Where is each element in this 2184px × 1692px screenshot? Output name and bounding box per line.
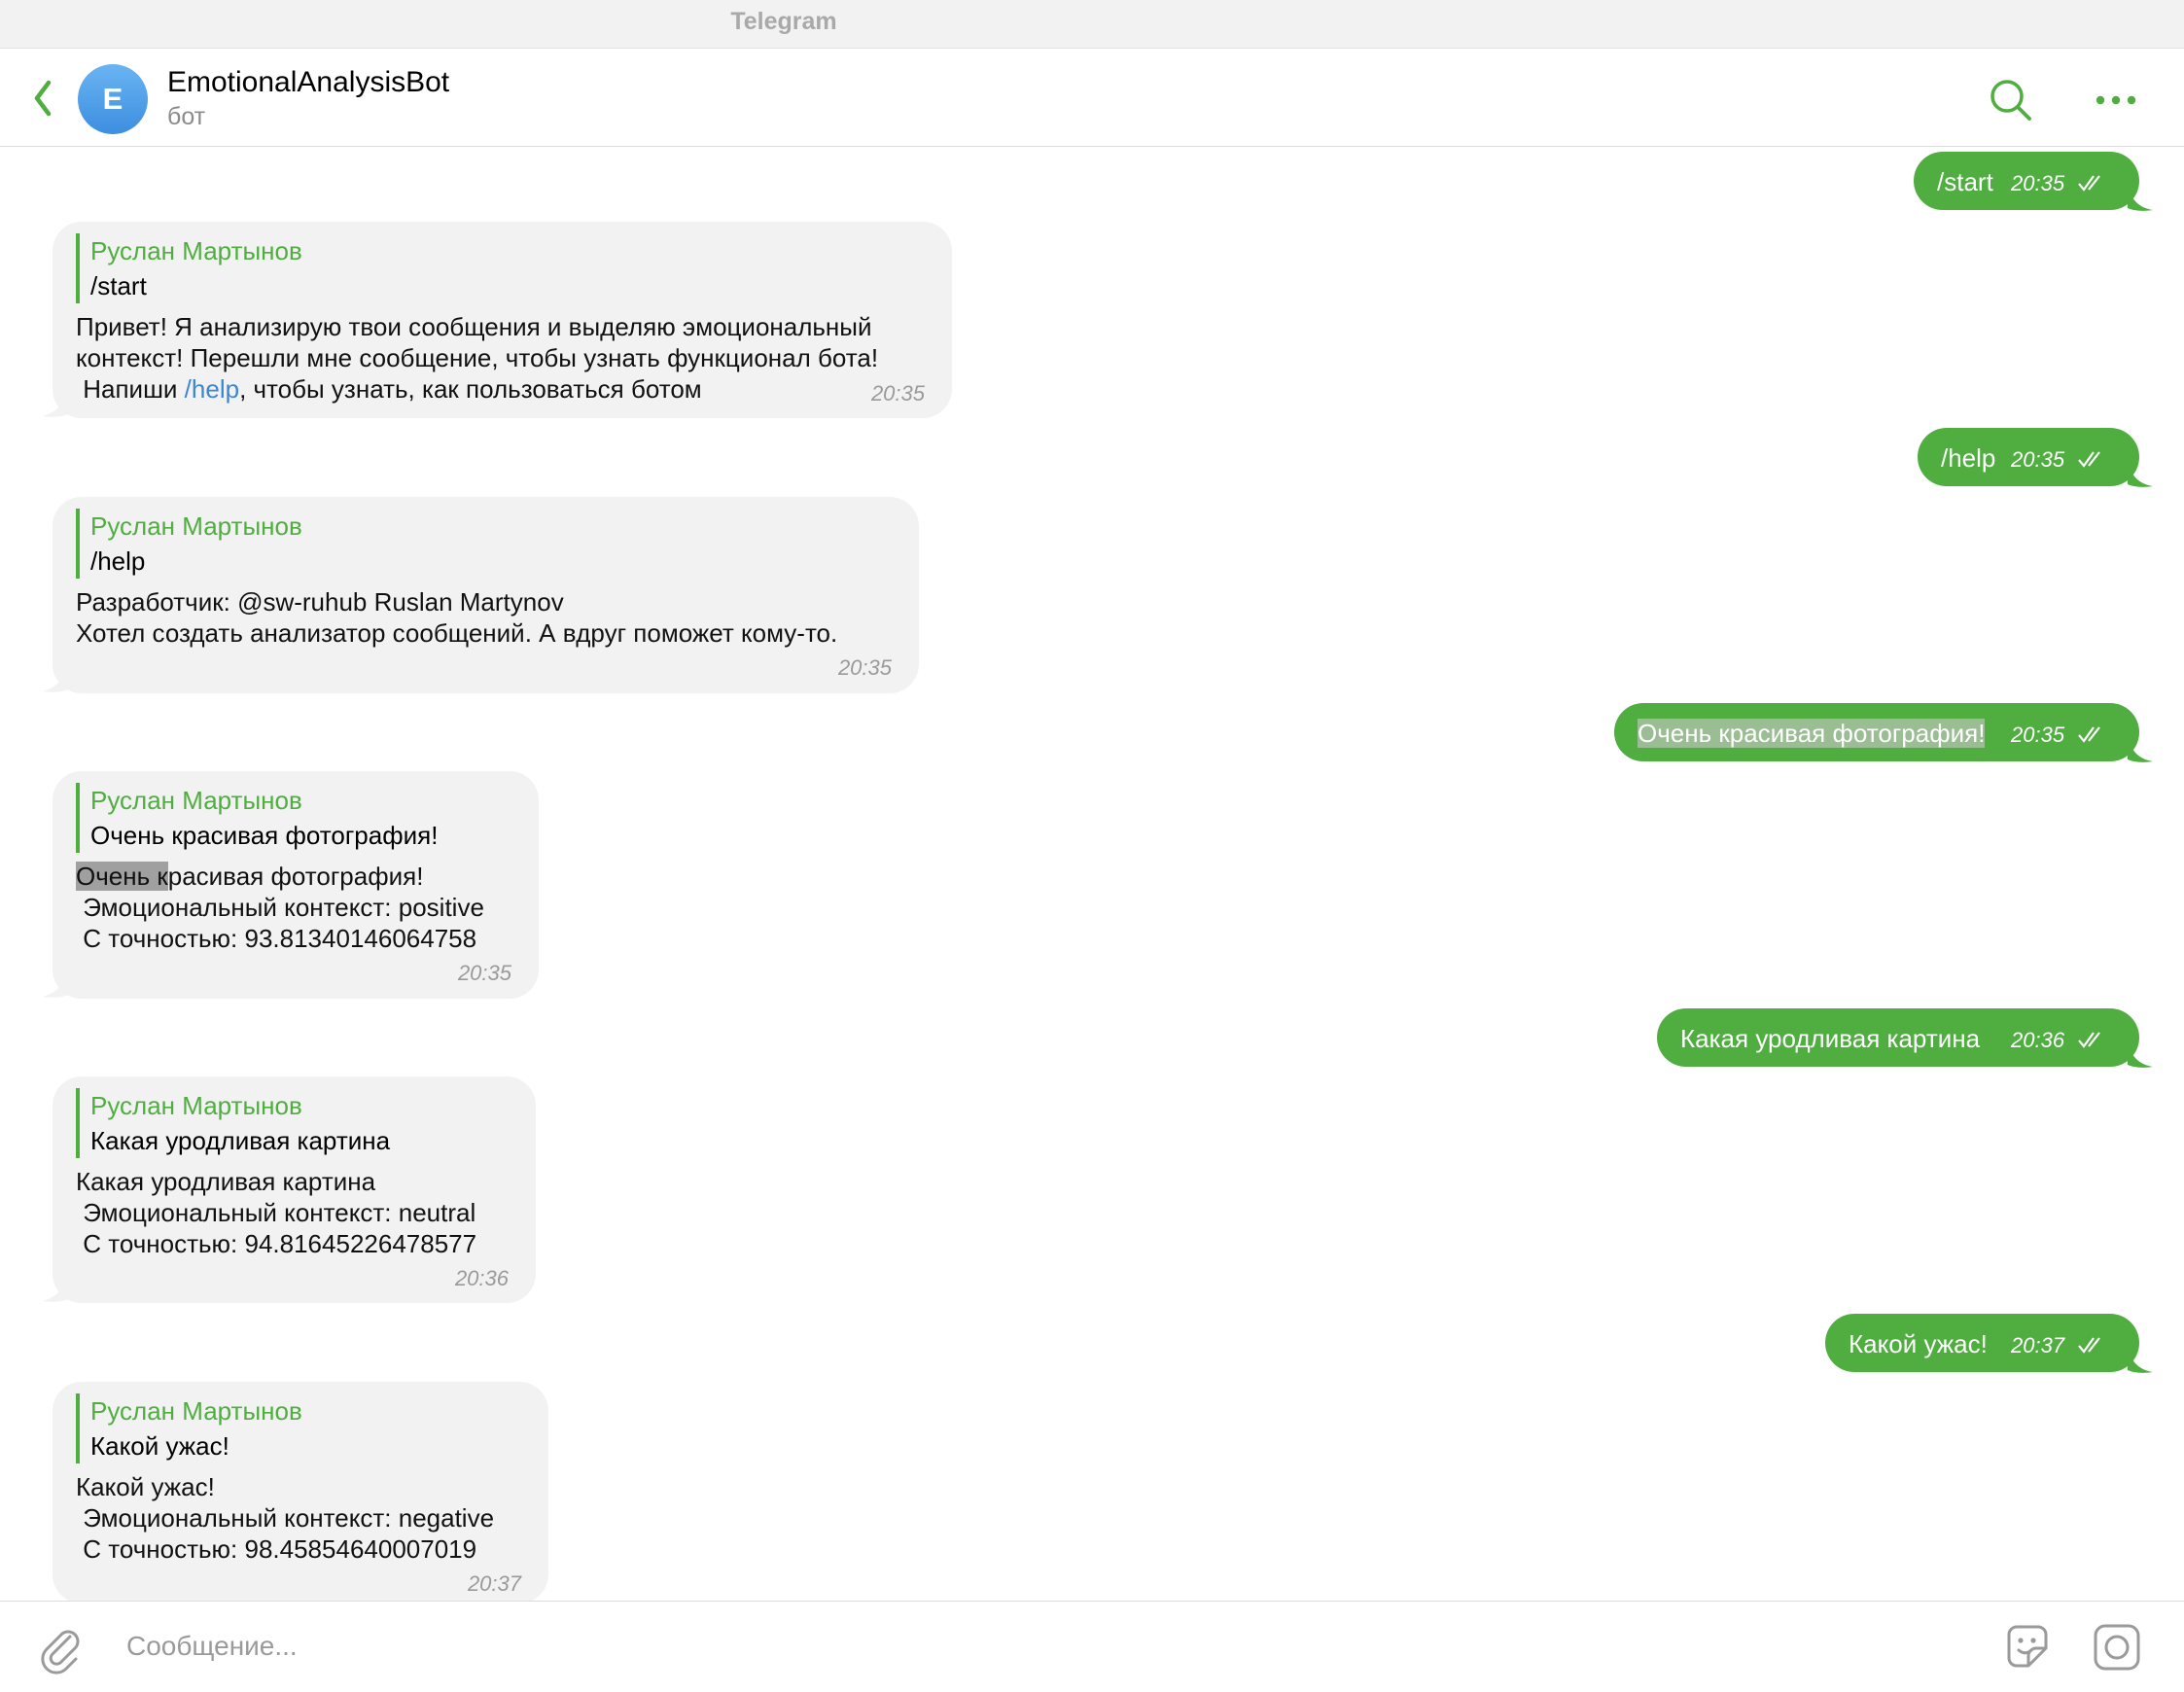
message-time: 20:35 <box>837 655 892 680</box>
avatar[interactable]: E <box>78 64 148 134</box>
message-line: Эмоциональный контекст: positive <box>76 893 484 922</box>
message-text: /help <box>1941 443 1996 473</box>
more-button[interactable] <box>2089 73 2143 127</box>
message-input[interactable] <box>126 1617 1955 1675</box>
message-line: Очень красивая фотография! <box>76 861 423 892</box>
outgoing-message[interactable]: Какая уродливая картина 20:36 <box>1657 1008 2139 1067</box>
quote-author: Руслан Мартынов <box>90 1396 302 1426</box>
message-line: Разработчик: @sw-ruhub Ruslan Martynov <box>76 587 564 617</box>
search-button[interactable] <box>1984 73 2038 127</box>
incoming-message[interactable]: Руслан Мартынов /help Разработчик: @sw-r… <box>53 497 919 693</box>
bubble-tail <box>2128 736 2153 762</box>
message-text: /start <box>1937 167 1993 196</box>
message-line: Какая уродливая картина <box>76 1167 376 1196</box>
outgoing-message[interactable]: Очень красивая фотография! 20:35 <box>1614 703 2139 761</box>
sticker-icon <box>2007 1625 2048 1668</box>
message-time: 20:35 <box>870 381 925 405</box>
incoming-message[interactable]: Руслан Мартынов Какой ужас! Какой ужас! … <box>53 1382 548 1604</box>
quote-text: Очень красивая фотография! <box>90 821 439 850</box>
reply-quote[interactable]: Руслан Мартынов Какой ужас! <box>76 1393 302 1463</box>
reply-quote[interactable]: Руслан Мартынов /start <box>76 233 302 303</box>
outgoing-message[interactable]: /start 20:35 <box>1914 152 2139 210</box>
message-time: 20:35 <box>457 961 511 985</box>
back-button[interactable] <box>27 73 66 123</box>
chat-status: бот <box>167 103 206 130</box>
reply-quote[interactable]: Руслан Мартынов Какая уродливая картина <box>76 1088 390 1158</box>
incoming-message[interactable]: Руслан Мартынов /start Привет! Я анализи… <box>53 222 952 418</box>
bubble-tail <box>2128 1041 2153 1068</box>
quote-text: Какая уродливая картина <box>90 1126 391 1155</box>
double-check-icon <box>2078 1337 2100 1354</box>
reply-quote[interactable]: Руслан Мартынов /help <box>76 509 302 579</box>
selected-text: Очень к <box>76 862 168 891</box>
message-text: Очень красивая фотография! <box>1638 718 1986 749</box>
message-line: С точностью: 93.81340146064758 <box>76 924 477 953</box>
quote-author: Руслан Мартынов <box>90 786 302 815</box>
message-line: Напиши /help, чтобы узнать, как пользова… <box>76 373 702 405</box>
window-titlebar: Telegram <box>0 0 2184 49</box>
search-icon <box>1990 80 2031 121</box>
help-command-link[interactable]: /help <box>185 374 239 404</box>
back-icon <box>34 80 52 117</box>
message-line: Эмоциональный контекст: neutral <box>76 1198 476 1227</box>
message-line: С точностью: 98.45854640007019 <box>76 1534 477 1564</box>
quote-author: Руслан Мартынов <box>90 236 302 265</box>
message-time: 20:35 <box>2011 447 2065 472</box>
bubble-tail <box>2128 461 2153 487</box>
outgoing-message[interactable]: Какой ужас! 20:37 <box>1825 1314 2139 1372</box>
message-text: Какой ужас! <box>1849 1329 1988 1358</box>
message-line: Эмоциональный контекст: negative <box>76 1503 495 1533</box>
chat-title: EmotionalAnalysisBot <box>167 66 450 98</box>
double-check-icon <box>2078 175 2100 192</box>
quote-text: Какой ужас! <box>90 1431 229 1461</box>
more-icon <box>2096 95 2136 105</box>
double-check-icon <box>2078 726 2100 743</box>
message-text: , чтобы узнать, как пользоваться ботом <box>239 374 702 404</box>
message-text: расивая фотография! <box>167 862 424 891</box>
bubble-tail <box>2128 1347 2153 1373</box>
message-line: С точностью: 94.81645226478577 <box>76 1229 477 1258</box>
outgoing-message[interactable]: /help 20:35 <box>1918 428 2139 486</box>
quote-author: Руслан Мартынов <box>90 511 302 541</box>
message-time: 20:36 <box>2011 1028 2065 1052</box>
message-line: Привет! Я анализирую твои сообщения и вы… <box>76 312 872 341</box>
incoming-message[interactable]: Руслан Мартынов Какая уродливая картина … <box>53 1076 536 1303</box>
message-time: 20:37 <box>2011 1333 2065 1357</box>
message-time: 20:36 <box>454 1266 509 1290</box>
message-composer <box>0 1601 2184 1692</box>
window-title: Telegram <box>730 8 837 35</box>
reply-quote[interactable]: Руслан Мартынов Очень красивая фотографи… <box>76 783 438 853</box>
camera-button[interactable] <box>2091 1621 2143 1674</box>
selected-text: Очень красивая фотография! <box>1638 719 1986 748</box>
quote-text: /help <box>90 546 146 576</box>
message-text: Какая уродливая картина <box>1680 1024 1981 1053</box>
double-check-icon <box>2078 451 2100 468</box>
camera-icon <box>2094 1624 2140 1671</box>
message-line: Какой ужас! <box>76 1472 215 1501</box>
incoming-message[interactable]: Руслан Мартынов Очень красивая фотографи… <box>53 771 539 999</box>
quote-author: Руслан Мартынов <box>90 1091 302 1120</box>
attach-icon <box>41 1630 80 1674</box>
chat-header: E EmotionalAnalysisBot бот <box>0 50 2184 147</box>
quote-text: /start <box>90 271 147 300</box>
message-time: 20:35 <box>2011 171 2065 195</box>
double-check-icon <box>2078 1032 2100 1048</box>
attach-button[interactable] <box>33 1621 88 1675</box>
message-text: Напиши <box>76 374 185 404</box>
message-line: Хотел создать анализатор сообщений. А вд… <box>76 618 838 648</box>
message-time: 20:37 <box>467 1571 521 1596</box>
bubble-tail <box>2128 185 2153 211</box>
sticker-button[interactable] <box>2001 1621 2054 1674</box>
message-line: контекст! Перешли мне сообщение, чтобы у… <box>76 343 879 372</box>
message-time: 20:35 <box>2011 723 2065 747</box>
